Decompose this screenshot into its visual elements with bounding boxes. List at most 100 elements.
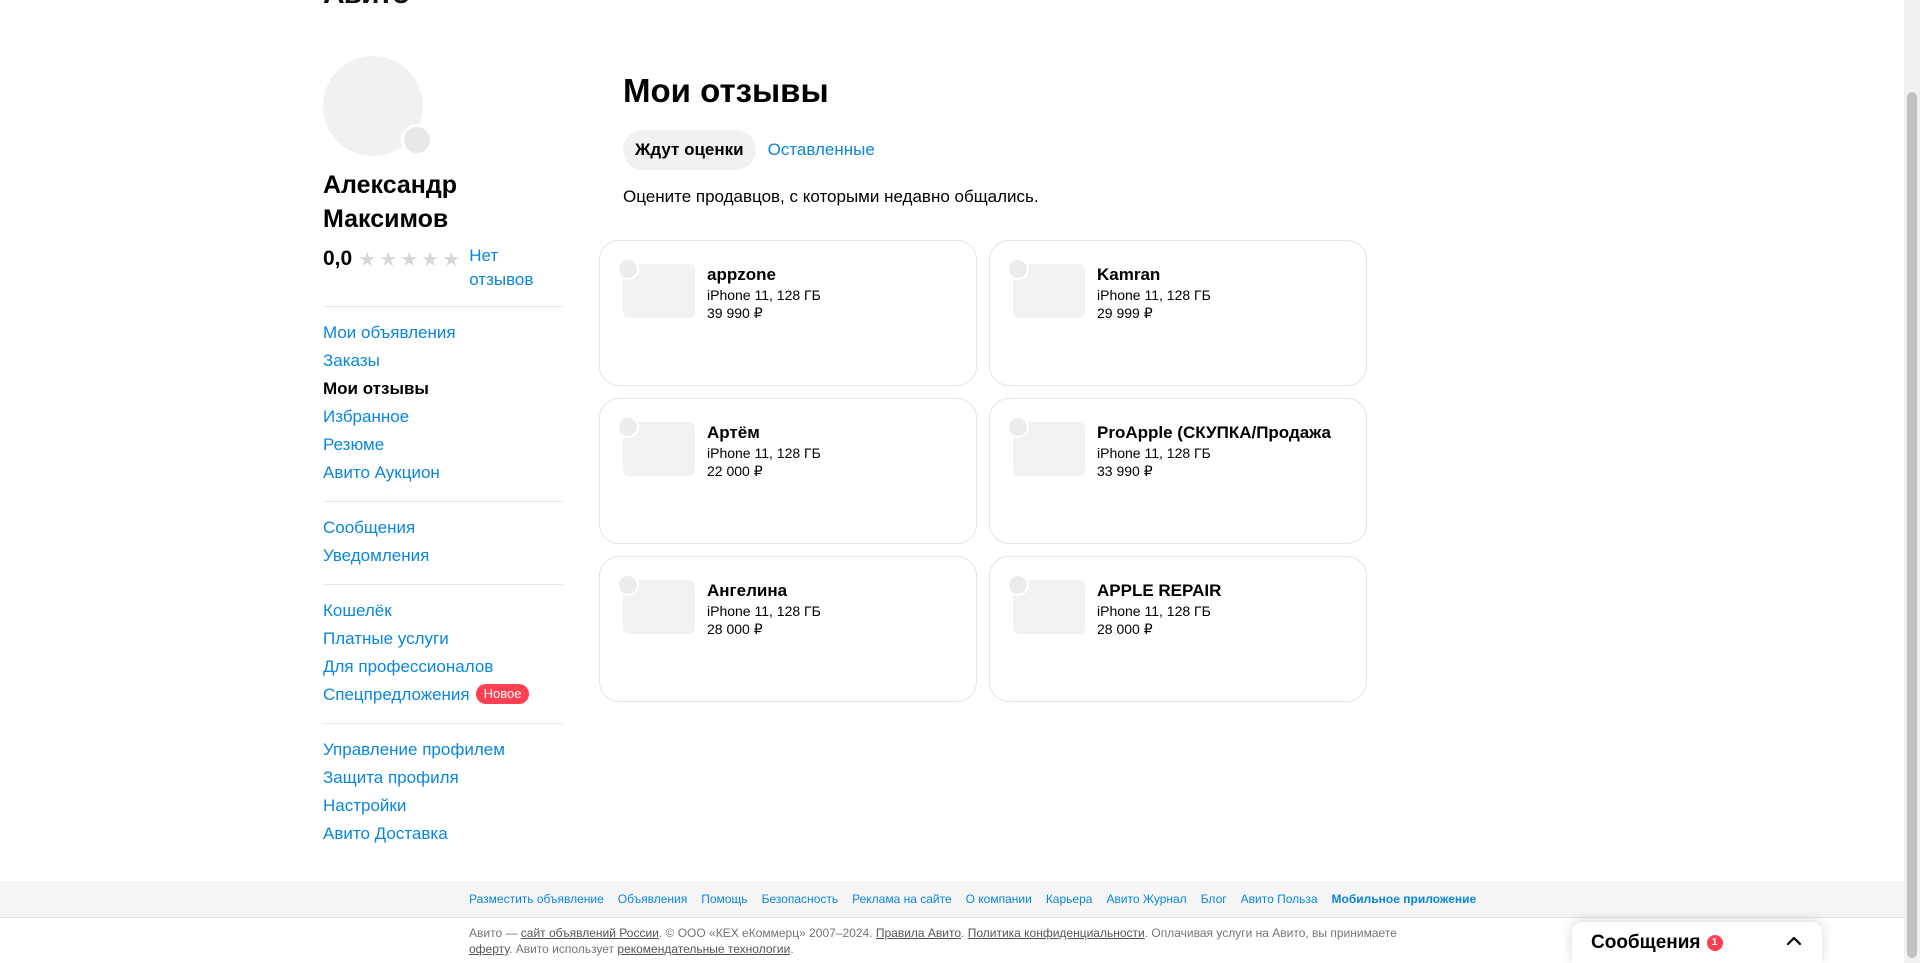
sidebar-item-settings[interactable]: Настройки	[323, 792, 563, 820]
avatar[interactable]	[323, 56, 433, 156]
page: Авито Александр Максимов 0,0 ★ ★ ★ ★ ★ Н…	[0, 0, 1904, 963]
footer-link-polza[interactable]: Авито Польза	[1241, 892, 1318, 906]
main-content: Мои отзывы Ждут оценки Оставленные Оцени…	[623, 70, 1383, 210]
tab-awaiting-rating[interactable]: Ждут оценки	[623, 130, 756, 170]
sidebar-item-my-ads[interactable]: Мои объявления	[323, 319, 563, 347]
item-title: iPhone 11, 128 ГБ	[1097, 445, 1211, 461]
seller-card[interactable]: Ангелина iPhone 11, 128 ГБ 28 000 ₽	[599, 556, 977, 702]
sidebar-nav-services: Кошелёк Платные услуги Для профессионало…	[323, 597, 563, 709]
chevron-up-icon[interactable]	[1784, 931, 1804, 951]
seller-cards-grid: appzone iPhone 11, 128 ГБ 39 990 ₽ Kamra…	[599, 240, 1367, 702]
card-info: ProApple (СКУПКА/Продажа iPhone 11, 128 …	[1097, 422, 1347, 480]
sidebar-item-auction[interactable]: Авито Аукцион	[323, 459, 563, 487]
seller-name: Kamran	[1097, 265, 1161, 284]
seller-card[interactable]: Kamran iPhone 11, 128 ГБ 29 999 ₽	[989, 240, 1367, 386]
seller-avatar	[617, 416, 639, 438]
seller-avatar	[1007, 416, 1029, 438]
sidebar-item-messages[interactable]: Сообщения	[323, 514, 563, 542]
no-reviews-link[interactable]: Нет отзывов	[469, 244, 549, 292]
sidebar-item-resume[interactable]: Резюме	[323, 431, 563, 459]
item-title: iPhone 11, 128 ГБ	[707, 287, 821, 303]
legal-text: . Авито использует	[509, 942, 618, 956]
sidebar-item-label: Спецпредложения	[323, 685, 470, 704]
star-icon: ★	[442, 247, 461, 271]
page-scrollbar[interactable]	[1904, 0, 1920, 963]
item-title: iPhone 11, 128 ГБ	[1097, 603, 1211, 619]
legal-text: .	[961, 926, 968, 940]
divider	[323, 584, 563, 585]
seller-card[interactable]: appzone iPhone 11, 128 ГБ 39 990 ₽	[599, 240, 977, 386]
item-price: 28 000 ₽	[707, 621, 763, 637]
divider	[323, 306, 563, 307]
card-info: Ангелина iPhone 11, 128 ГБ 28 000 ₽	[707, 580, 957, 638]
footer-link-careers[interactable]: Карьера	[1046, 892, 1093, 906]
sidebar-item-profile-protection[interactable]: Защита профиля	[323, 764, 563, 792]
item-price: 28 000 ₽	[1097, 621, 1153, 637]
sidebar-item-wallet[interactable]: Кошелёк	[323, 597, 563, 625]
legal-link-recommendation-tech[interactable]: рекомендательные технологии	[617, 942, 790, 956]
footer-link-mobile-app[interactable]: Мобильное приложение	[1332, 892, 1477, 906]
footer-link-blog[interactable]: Блог	[1201, 892, 1227, 906]
footer-link-advertising[interactable]: Реклама на сайте	[852, 892, 952, 906]
scrollbar-thumb[interactable]	[1907, 92, 1917, 958]
seller-avatar	[617, 258, 639, 280]
rating-stars: ★ ★ ★ ★ ★	[358, 247, 463, 271]
item-price: 39 990 ₽	[707, 305, 763, 321]
sidebar-item-favorites[interactable]: Избранное	[323, 403, 563, 431]
card-info: appzone iPhone 11, 128 ГБ 39 990 ₽	[707, 264, 957, 322]
star-icon: ★	[358, 247, 377, 271]
avatar-status-badge	[401, 124, 433, 156]
sidebar-nav-main: Мои объявления Заказы Мои отзывы Избранн…	[323, 319, 563, 487]
sidebar-item-paid-services[interactable]: Платные услуги	[323, 625, 563, 653]
new-badge: Новое	[475, 684, 530, 704]
seller-card[interactable]: Артём iPhone 11, 128 ГБ 22 000 ₽	[599, 398, 977, 544]
profile-sidebar: Александр Максимов 0,0 ★ ★ ★ ★ ★ Нет отз…	[323, 56, 563, 848]
item-price: 22 000 ₽	[707, 463, 763, 479]
legal-text: .	[790, 942, 794, 956]
footer-link-post-ad[interactable]: Разместить объявление	[469, 892, 604, 906]
legal-link-rules[interactable]: Правила Авито	[876, 926, 961, 940]
divider	[323, 723, 563, 724]
seller-card[interactable]: ProApple (СКУПКА/Продажа iPhone 11, 128 …	[989, 398, 1367, 544]
footer-link-security[interactable]: Безопасность	[762, 892, 839, 906]
item-price: 29 999 ₽	[1097, 305, 1153, 321]
page-subtitle: Оцените продавцов, с которыми недавно об…	[623, 187, 1039, 206]
seller-name: Ангелина	[707, 581, 788, 600]
seller-avatar	[1007, 258, 1029, 280]
sidebar-item-my-reviews[interactable]: Мои отзывы	[323, 375, 563, 403]
legal-link-privacy[interactable]: Политика конфиденциальности	[968, 926, 1145, 940]
sidebar-item-avito-delivery[interactable]: Авито Доставка	[323, 820, 563, 848]
sidebar-item-for-pros[interactable]: Для профессионалов	[323, 653, 563, 681]
rating-value: 0,0	[323, 247, 353, 270]
card-info: Артём iPhone 11, 128 ГБ 22 000 ₽	[707, 422, 957, 480]
footer-link-ads[interactable]: Объявления	[618, 892, 687, 906]
star-icon: ★	[421, 247, 440, 271]
sidebar-item-profile-management[interactable]: Управление профилем	[323, 736, 563, 764]
sidebar-item-orders[interactable]: Заказы	[323, 347, 563, 375]
tab-left-reviews[interactable]: Оставленные	[756, 130, 887, 170]
legal-text: Авито —	[469, 926, 521, 940]
item-price: 33 990 ₽	[1097, 463, 1153, 479]
sidebar-item-notifications[interactable]: Уведомления	[323, 542, 563, 570]
footer-link-journal[interactable]: Авито Журнал	[1106, 892, 1186, 906]
avito-logo[interactable]: Авито	[323, 0, 410, 11]
footer-link-about[interactable]: О компании	[966, 892, 1032, 906]
divider	[323, 501, 563, 502]
legal-link-site[interactable]: сайт объявлений России	[521, 926, 659, 940]
footer-links-bar: Разместить объявление Объявления Помощь …	[0, 881, 1904, 918]
footer-links: Разместить объявление Объявления Помощь …	[469, 881, 1490, 917]
star-icon: ★	[379, 247, 398, 271]
star-icon: ★	[400, 247, 419, 271]
messenger-label: Сообщения	[1591, 931, 1701, 953]
sidebar-nav-settings: Управление профилем Защита профиля Настр…	[323, 736, 563, 848]
sidebar-item-special-offers[interactable]: Спецпредложения Новое	[323, 681, 563, 709]
footer-link-help[interactable]: Помощь	[701, 892, 747, 906]
seller-card[interactable]: APPLE REPAIR iPhone 11, 128 ГБ 28 000 ₽	[989, 556, 1367, 702]
seller-name: appzone	[707, 265, 776, 284]
reviews-tabs: Ждут оценки Оставленные	[623, 130, 1383, 170]
legal-link-offer[interactable]: оферту	[469, 942, 509, 956]
item-title: iPhone 11, 128 ГБ	[707, 603, 821, 619]
footer-legal: Авито — сайт объявлений России. © ООО «К…	[469, 925, 1429, 957]
seller-name: ProApple (СКУПКА/Продажа	[1097, 423, 1331, 442]
messenger-widget[interactable]: Сообщения 1	[1572, 922, 1822, 963]
